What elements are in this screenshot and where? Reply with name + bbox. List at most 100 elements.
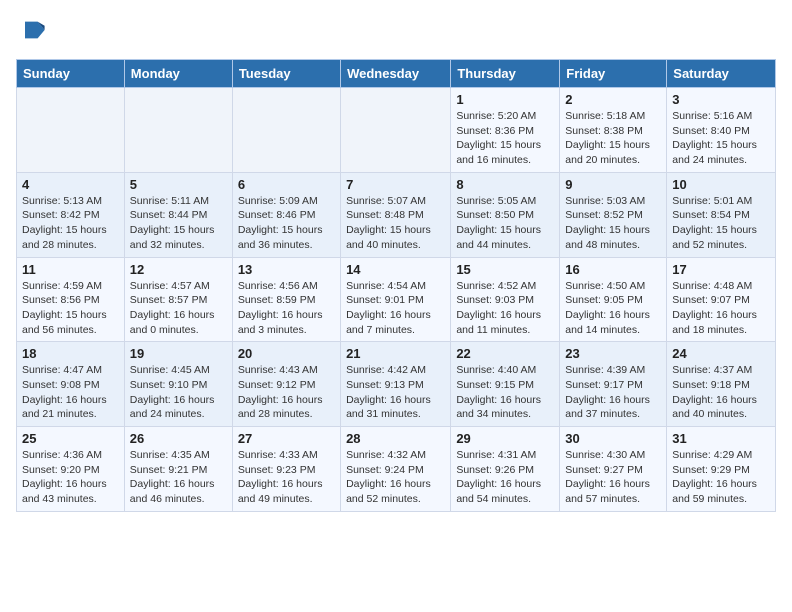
calendar-cell: 1 Sunrise: 5:20 AMSunset: 8:36 PMDaylight… [451,88,560,173]
logo-icon [18,16,46,44]
day-number: 14 [346,262,445,277]
day-number: 26 [130,431,227,446]
day-info: Sunrise: 4:42 AMSunset: 9:13 PMDaylight:… [346,363,445,422]
day-number: 21 [346,346,445,361]
day-number: 24 [672,346,770,361]
day-number: 10 [672,177,770,192]
day-number: 30 [565,431,661,446]
calendar-cell: 29 Sunrise: 4:31 AMSunset: 9:26 PMDayligh… [451,427,560,512]
calendar-cell: 8Sunrise: 5:05 AMSunset: 8:50 PMDaylight… [451,172,560,257]
day-number: 17 [672,262,770,277]
calendar-cell: 7 Sunrise: 5:07 AMSunset: 8:48 PMDaylight… [341,172,451,257]
day-info: Sunrise: 4:31 AMSunset: 9:26 PMDaylight:… [456,448,554,507]
day-number: 5 [130,177,227,192]
calendar-cell: 27 Sunrise: 4:33 AMSunset: 9:23 PMDayligh… [232,427,340,512]
weekday-header-sunday: Sunday [17,60,125,88]
day-info: Sunrise: 4:32 AMSunset: 9:24 PMDaylight:… [346,448,445,507]
calendar-cell: 15 Sunrise: 4:52 AMSunset: 9:03 PMDayligh… [451,257,560,342]
day-number: 6 [238,177,335,192]
day-info: Sunrise: 4:48 AMSunset: 9:07 PMDaylight:… [672,279,770,338]
day-info: Sunrise: 5:13 AMSunset: 8:42 PMDaylight:… [22,194,119,253]
day-info: Sunrise: 4:29 AMSunset: 9:29 PMDaylight:… [672,448,770,507]
weekday-header-tuesday: Tuesday [232,60,340,88]
calendar-cell: 5 Sunrise: 5:11 AMSunset: 8:44 PMDaylight… [124,172,232,257]
day-number: 11 [22,262,119,277]
weekday-header-monday: Monday [124,60,232,88]
calendar-cell: 18Sunrise: 4:47 AMSunset: 9:08 PMDayligh… [17,342,125,427]
calendar-week-row: 25 Sunrise: 4:36 AMSunset: 9:20 PMDayligh… [17,427,776,512]
day-number: 12 [130,262,227,277]
calendar-cell: 24Sunrise: 4:37 AMSunset: 9:18 PMDayligh… [667,342,776,427]
calendar-cell: 14 Sunrise: 4:54 AMSunset: 9:01 PMDayligh… [341,257,451,342]
calendar-cell: 21 Sunrise: 4:42 AMSunset: 9:13 PMDayligh… [341,342,451,427]
weekday-header-saturday: Saturday [667,60,776,88]
calendar-cell [341,88,451,173]
calendar-week-row: 11 Sunrise: 4:59 AMSunset: 8:56 PMDayligh… [17,257,776,342]
logo [16,16,46,49]
day-number: 13 [238,262,335,277]
day-info: Sunrise: 4:59 AMSunset: 8:56 PMDaylight:… [22,279,119,338]
day-info: Sunrise: 5:07 AMSunset: 8:48 PMDaylight:… [346,194,445,253]
day-info: Sunrise: 4:36 AMSunset: 9:20 PMDaylight:… [22,448,119,507]
calendar-week-row: 4 Sunrise: 5:13 AMSunset: 8:42 PMDaylight… [17,172,776,257]
day-info: Sunrise: 4:57 AMSunset: 8:57 PMDaylight:… [130,279,227,338]
day-info: Sunrise: 5:11 AMSunset: 8:44 PMDaylight:… [130,194,227,253]
calendar-cell: 13 Sunrise: 4:56 AMSunset: 8:59 PMDayligh… [232,257,340,342]
calendar-cell: 26 Sunrise: 4:35 AMSunset: 9:21 PMDayligh… [124,427,232,512]
day-info: Sunrise: 4:45 AMSunset: 9:10 PMDaylight:… [130,363,227,422]
day-info: Sunrise: 4:52 AMSunset: 9:03 PMDaylight:… [456,279,554,338]
calendar-cell: 4 Sunrise: 5:13 AMSunset: 8:42 PMDaylight… [17,172,125,257]
day-number: 2 [565,92,661,107]
day-number: 29 [456,431,554,446]
calendar-cell: 22Sunrise: 4:40 AMSunset: 9:15 PMDayligh… [451,342,560,427]
day-info: Sunrise: 5:18 AMSunset: 8:38 PMDaylight:… [565,109,661,168]
day-info: Sunrise: 4:40 AMSunset: 9:15 PMDaylight:… [456,363,554,422]
calendar-cell: 2 Sunrise: 5:18 AMSunset: 8:38 PMDaylight… [560,88,667,173]
calendar-cell [232,88,340,173]
day-info: Sunrise: 5:03 AMSunset: 8:52 PMDaylight:… [565,194,661,253]
day-number: 1 [456,92,554,107]
weekday-header-row: SundayMondayTuesdayWednesdayThursdayFrid… [17,60,776,88]
day-number: 8 [456,177,554,192]
day-info: Sunrise: 4:35 AMSunset: 9:21 PMDaylight:… [130,448,227,507]
day-info: Sunrise: 4:47 AMSunset: 9:08 PMDaylight:… [22,363,119,422]
day-info: Sunrise: 5:20 AMSunset: 8:36 PMDaylight:… [456,109,554,168]
weekday-header-thursday: Thursday [451,60,560,88]
calendar-cell: 23 Sunrise: 4:39 AMSunset: 9:17 PMDayligh… [560,342,667,427]
calendar-cell: 28 Sunrise: 4:32 AMSunset: 9:24 PMDayligh… [341,427,451,512]
calendar-cell: 20 Sunrise: 4:43 AMSunset: 9:12 PMDayligh… [232,342,340,427]
day-number: 25 [22,431,119,446]
day-info: Sunrise: 4:30 AMSunset: 9:27 PMDaylight:… [565,448,661,507]
calendar-week-row: 18Sunrise: 4:47 AMSunset: 9:08 PMDayligh… [17,342,776,427]
day-number: 19 [130,346,227,361]
day-info: Sunrise: 4:33 AMSunset: 9:23 PMDaylight:… [238,448,335,507]
calendar-cell: 31 Sunrise: 4:29 AMSunset: 9:29 PMDayligh… [667,427,776,512]
day-info: Sunrise: 4:43 AMSunset: 9:12 PMDaylight:… [238,363,335,422]
calendar-cell: 11 Sunrise: 4:59 AMSunset: 8:56 PMDayligh… [17,257,125,342]
calendar-cell: 10Sunrise: 5:01 AMSunset: 8:54 PMDayligh… [667,172,776,257]
day-info: Sunrise: 4:56 AMSunset: 8:59 PMDaylight:… [238,279,335,338]
calendar-cell: 17 Sunrise: 4:48 AMSunset: 9:07 PMDayligh… [667,257,776,342]
calendar-cell: 9 Sunrise: 5:03 AMSunset: 8:52 PMDaylight… [560,172,667,257]
day-number: 9 [565,177,661,192]
day-number: 23 [565,346,661,361]
day-number: 28 [346,431,445,446]
day-number: 7 [346,177,445,192]
day-number: 15 [456,262,554,277]
day-info: Sunrise: 4:39 AMSunset: 9:17 PMDaylight:… [565,363,661,422]
calendar-cell: 16Sunrise: 4:50 AMSunset: 9:05 PMDayligh… [560,257,667,342]
calendar-cell: 19 Sunrise: 4:45 AMSunset: 9:10 PMDayligh… [124,342,232,427]
day-number: 27 [238,431,335,446]
day-number: 20 [238,346,335,361]
calendar-cell: 12 Sunrise: 4:57 AMSunset: 8:57 PMDayligh… [124,257,232,342]
calendar-cell: 25 Sunrise: 4:36 AMSunset: 9:20 PMDayligh… [17,427,125,512]
weekday-header-friday: Friday [560,60,667,88]
page-header [16,16,776,49]
calendar-cell: 3Sunrise: 5:16 AMSunset: 8:40 PMDaylight… [667,88,776,173]
day-number: 4 [22,177,119,192]
day-number: 31 [672,431,770,446]
day-info: Sunrise: 4:54 AMSunset: 9:01 PMDaylight:… [346,279,445,338]
calendar-cell: 6Sunrise: 5:09 AMSunset: 8:46 PMDaylight… [232,172,340,257]
day-number: 16 [565,262,661,277]
calendar-cell: 30 Sunrise: 4:30 AMSunset: 9:27 PMDayligh… [560,427,667,512]
